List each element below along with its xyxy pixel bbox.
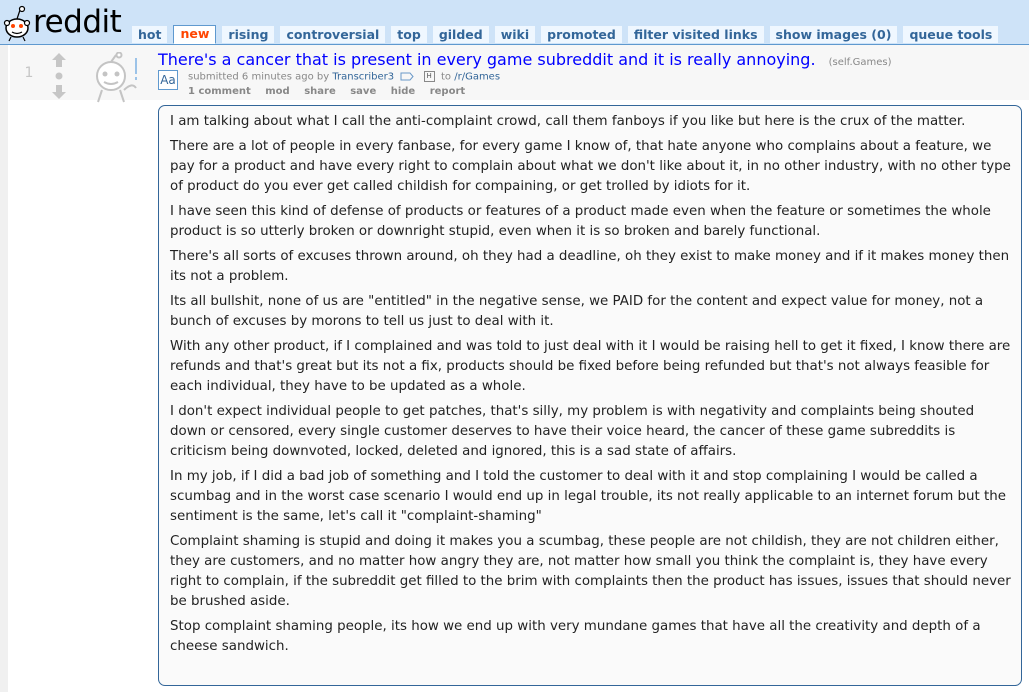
subreddit-link[interactable]: /r/Games (454, 72, 500, 83)
post-title-area: There's a cancer that is present in ever… (158, 50, 1018, 97)
selftext-paragraph: Stop complaint shaming people, its how w… (170, 619, 981, 654)
tab-show-images[interactable]: show images (0) (769, 26, 898, 43)
tab-controversial[interactable]: controversial (280, 26, 386, 43)
post-entry: 1 There's a cancer that is present in ev… (0, 45, 1029, 692)
tab-filter-visited-links[interactable]: filter visited links (627, 26, 764, 43)
score-dot-icon (55, 72, 63, 80)
tag-icon[interactable] (400, 72, 415, 81)
tab-top[interactable]: top (391, 26, 427, 43)
user-history-icon[interactable]: H (423, 71, 435, 82)
reddit-wordmark: reddit (33, 4, 122, 40)
author-link[interactable]: Transcriber3 (332, 72, 394, 83)
post-title-link[interactable]: There's a cancer that is present in ever… (158, 50, 816, 69)
report-button[interactable]: report (430, 86, 465, 97)
text-size-icon[interactable]: Aa (158, 70, 178, 90)
sort-tabs: hot new rising controversial top gilded … (132, 25, 1004, 44)
selftext-paragraph: With any other product, if I complained … (170, 339, 1011, 394)
post-selftext: I am talking about what I call the anti-… (158, 105, 1022, 686)
comments-button[interactable]: 1 comment (188, 86, 251, 97)
selftext-paragraph: I have seen this kind of defense of prod… (170, 204, 991, 239)
selftext-paragraph: I don't expect individual people to get … (170, 404, 975, 459)
to-text: to (440, 71, 452, 83)
header-bar: reddit hot new rising controversial top … (0, 0, 1029, 45)
post-domain[interactable]: (self.Games) (829, 57, 892, 68)
submitted-text: submitted 6 minutes ago by (188, 71, 330, 83)
selftext-paragraph: There are a lot of people in every fanba… (170, 139, 1011, 194)
post-buttons: 1 comment mod share save hide report (188, 86, 476, 97)
tab-queue-tools[interactable]: queue tools (903, 26, 999, 43)
tab-hot[interactable]: hot (132, 26, 168, 43)
selftext-paragraph: Its all bullshit, none of us are "entitl… (170, 294, 984, 329)
tab-gilded[interactable]: gilded (432, 26, 489, 43)
selftext-paragraph: In my job, if I did a bad job of somethi… (170, 469, 1006, 524)
selftext-paragraph: There's all sorts of excuses thrown arou… (170, 249, 1010, 284)
tab-rising[interactable]: rising (222, 26, 275, 43)
hide-button[interactable]: hide (391, 86, 416, 97)
tab-promoted[interactable]: promoted (541, 26, 622, 43)
selftext-paragraph: Complaint shaming is stupid and doing it… (170, 534, 1011, 609)
downvote-arrow-icon[interactable] (52, 85, 66, 99)
vote-controls (48, 53, 70, 103)
reddit-alien-icon (3, 5, 31, 42)
share-button[interactable]: share (304, 86, 336, 97)
reddit-logo[interactable]: reddit (3, 2, 122, 42)
post-tagline: submitted 6 minutes ago by Transcriber3 … (188, 71, 500, 83)
tab-wiki[interactable]: wiki (494, 26, 536, 43)
tab-new[interactable]: new (173, 25, 217, 44)
upvote-arrow-icon[interactable] (52, 53, 66, 67)
selftext-paragraph: I am talking about what I call the anti-… (170, 114, 966, 129)
post-rank: 1 (24, 65, 34, 81)
save-button[interactable]: save (350, 86, 376, 97)
mod-button[interactable]: mod (265, 86, 289, 97)
self-post-thumbnail-icon[interactable] (88, 52, 142, 106)
